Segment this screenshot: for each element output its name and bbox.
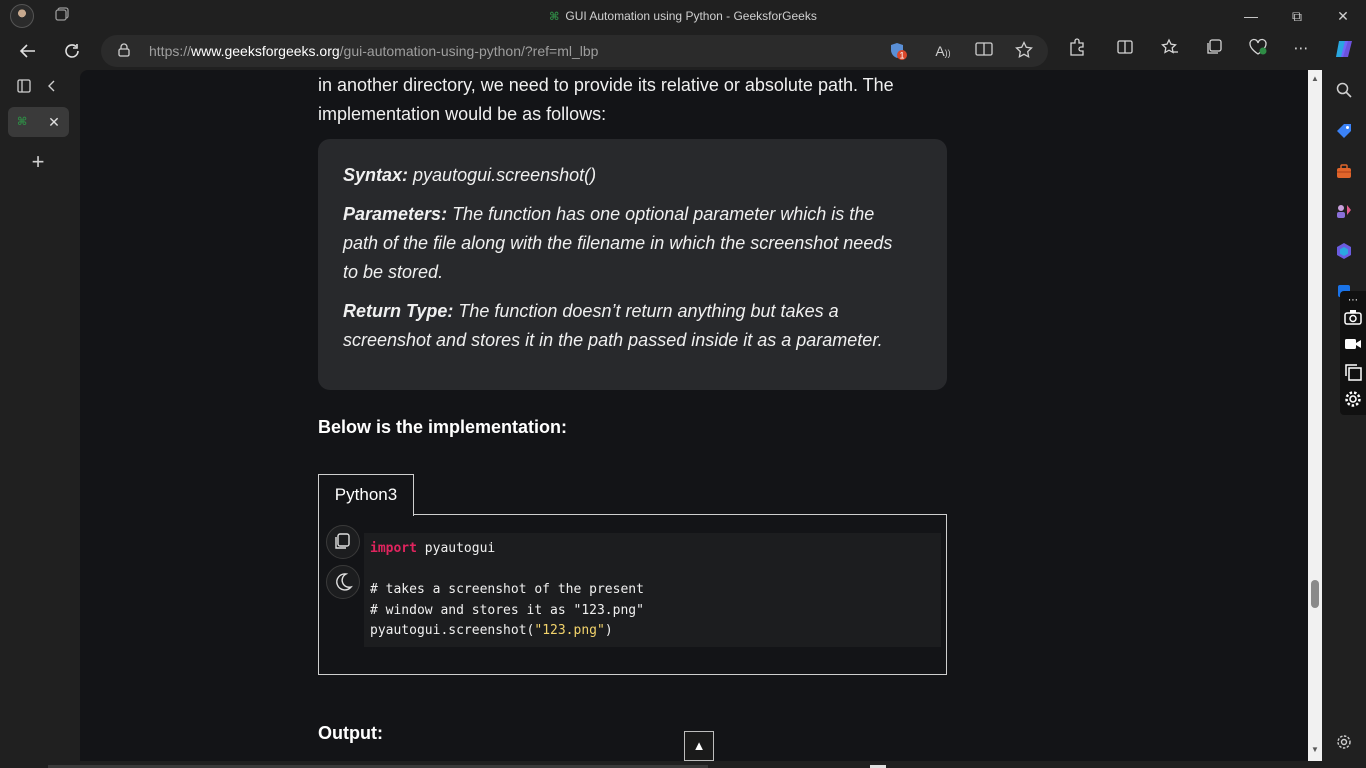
intro-paragraph: in another directory, we need to provide… — [318, 71, 894, 129]
url-scheme: https:// — [149, 43, 192, 59]
collapse-pane-icon[interactable] — [42, 78, 62, 98]
refresh-button[interactable] — [58, 37, 86, 65]
screenshot-call: pyautogui.screenshot( — [370, 623, 535, 638]
tools-icon[interactable] — [1334, 162, 1354, 182]
code-line-4: pyautogui.screenshot("123.png") — [370, 623, 613, 638]
immersive-reader-icon[interactable] — [974, 41, 994, 61]
window-capture-icon[interactable] — [1343, 363, 1363, 383]
scrollbar-thumb[interactable] — [1311, 580, 1319, 608]
address-bar[interactable]: https://www.geeksforgeeks.org/gui-automa… — [101, 35, 1048, 67]
close-window-button[interactable]: ✕ — [1320, 0, 1366, 32]
split-screen-icon[interactable] — [1114, 38, 1136, 60]
camera-icon[interactable] — [1343, 309, 1363, 329]
copilot-icon[interactable] — [1333, 38, 1355, 60]
implementation-heading: Below is the implementation: — [318, 417, 568, 437]
import-keyword: import — [370, 541, 417, 556]
bottom-strip — [0, 761, 1366, 768]
closing-paren: ) — [604, 623, 613, 638]
syntax-label: Syntax: — [343, 165, 409, 185]
intro-line-1: in another directory, we need to provide… — [318, 75, 894, 95]
close-tab-icon[interactable]: ✕ — [46, 112, 62, 132]
return-type-line-2: screenshot and stores it in the path pas… — [343, 330, 883, 350]
floating-capture-toolbar: ⋯ — [1340, 291, 1366, 415]
code-block: import pyautogui # takes a screenshot of… — [318, 514, 947, 675]
restore-button[interactable]: ⧉ — [1274, 0, 1320, 32]
code-line-1: import pyautogui — [370, 541, 495, 556]
navigation-bar: https://www.geeksforgeeks.org/gui-automa… — [0, 32, 1366, 70]
return-type-label: Return Type: — [343, 301, 454, 321]
web-page-content: in another directory, we need to provide… — [80, 70, 1308, 761]
favorites-icon[interactable] — [1159, 38, 1181, 60]
output-heading: Output: — [318, 723, 383, 743]
edge-sidebar — [1322, 70, 1366, 768]
tracking-badge-count: 1 — [899, 51, 904, 61]
gfg-tab-favicon-icon: ⌘ — [17, 116, 28, 128]
import-module: pyautogui — [416, 541, 496, 556]
games-icon[interactable] — [1334, 202, 1354, 222]
intro-line-2: implementation would be as follows: — [318, 104, 607, 124]
url-text[interactable]: https://www.geeksforgeeks.org/gui-automa… — [149, 35, 598, 67]
filename-string: "123.png" — [534, 623, 605, 638]
title-bar: ⌘ GUI Automation using Python - GeeksforG… — [0, 0, 1366, 32]
dark-mode-toggle[interactable] — [326, 565, 360, 599]
more-menu-icon[interactable]: ⋯ — [1290, 38, 1312, 60]
page-scrollbar[interactable]: ▲ ▼ — [1308, 70, 1322, 761]
read-aloud-icon[interactable]: A)) — [933, 41, 953, 61]
vertical-tabs-pane: ⌘ ✕ + — [0, 70, 80, 768]
gfg-favicon-icon: ⌘ — [549, 11, 560, 23]
capture-settings-icon[interactable] — [1343, 390, 1363, 410]
scroll-down-arrow-icon[interactable]: ▼ — [1311, 745, 1319, 755]
window-title: ⌘ GUI Automation using Python - GeeksforG… — [0, 0, 1366, 32]
return-type-line-1: The function doesn’t return anything but… — [453, 301, 839, 321]
syntax-info-box: Syntax: pyautogui.screenshot() Parameter… — [318, 139, 947, 390]
window-title-text: GUI Automation using Python - GeeksforGe… — [565, 9, 817, 23]
search-icon[interactable] — [1334, 82, 1354, 102]
collections-icon[interactable] — [1203, 38, 1225, 60]
minimize-button[interactable]: — — [1228, 0, 1274, 32]
parameters-line-3: to be stored. — [343, 262, 444, 282]
sidebar-settings-icon[interactable] — [1334, 734, 1354, 754]
parameters-label: Parameters: — [343, 204, 448, 224]
parameters-line-2: path of the file along with the filename… — [343, 233, 893, 253]
lock-icon[interactable] — [118, 43, 130, 57]
browser-essentials-icon[interactable] — [1247, 38, 1269, 60]
code-tab-label: Python3 — [334, 485, 398, 504]
syntax-line: Syntax: pyautogui.screenshot() — [343, 161, 928, 190]
code-comment-1: # takes a screenshot of the present — [370, 582, 644, 597]
video-camera-icon[interactable] — [1343, 336, 1363, 356]
parameters-line-1: The function has one optional parameter … — [447, 204, 875, 224]
scroll-to-top-button[interactable]: ▲ — [684, 731, 714, 761]
url-domain: www.geeksforgeeks.org — [191, 43, 340, 59]
syntax-value: pyautogui.screenshot() — [408, 165, 597, 185]
tab-actions-menu-icon[interactable] — [14, 78, 34, 98]
favorite-star-icon[interactable] — [1014, 40, 1034, 61]
extensions-icon[interactable] — [1066, 38, 1088, 60]
microsoft-365-icon[interactable] — [1334, 242, 1354, 262]
tracking-prevention-icon[interactable]: 1 — [888, 41, 908, 61]
return-type-paragraph: Return Type: The function doesn’t return… — [343, 297, 928, 355]
tab-python3[interactable]: Python3 — [318, 474, 414, 516]
scroll-up-arrow-icon[interactable]: ▲ — [1311, 74, 1319, 84]
parameters-paragraph: Parameters: The function has one optiona… — [343, 200, 928, 287]
new-tab-icon[interactable]: + — [28, 151, 48, 173]
code-area[interactable]: import pyautogui # takes a screenshot of… — [364, 533, 941, 647]
toolbar-more-icon[interactable]: ⋯ — [1343, 291, 1363, 311]
url-path: /gui-automation-using-python/?ref=ml_lbp — [339, 43, 599, 59]
shopping-tag-icon[interactable] — [1334, 122, 1354, 142]
back-button[interactable] — [14, 37, 42, 65]
tab-geeksforgeeks[interactable]: ⌘ ✕ — [8, 107, 69, 137]
copy-code-button[interactable] — [326, 525, 360, 559]
code-comment-2: # window and stores it as "123.png" — [370, 603, 644, 618]
